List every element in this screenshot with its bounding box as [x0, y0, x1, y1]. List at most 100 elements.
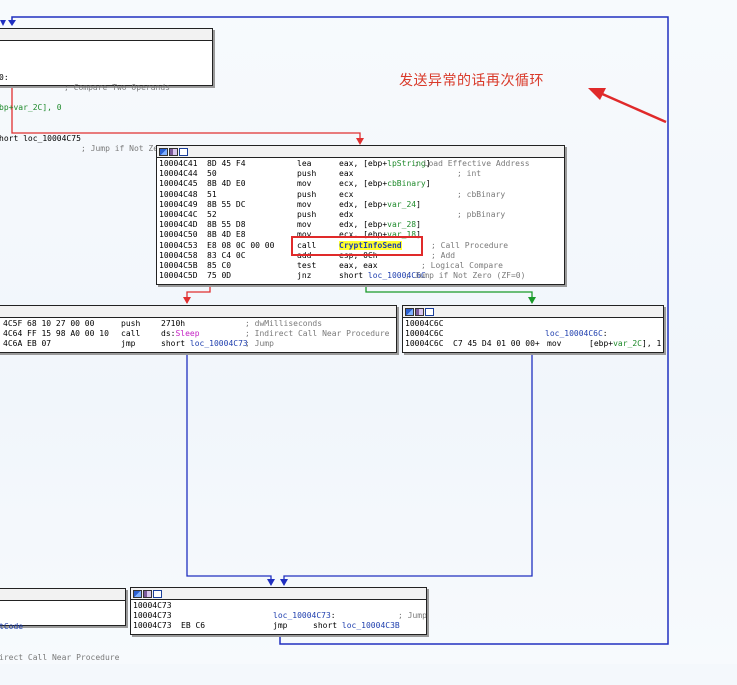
asm-mn: jmp — [121, 339, 136, 349]
asm-cm: ; Logical Compare — [421, 260, 503, 270]
asm-op[interactable]: ds:Sleep — [161, 329, 200, 339]
asm-addr: 10004C44 — [159, 169, 198, 179]
asm-op[interactable]: eax — [339, 169, 353, 179]
asm-op[interactable]: 2710h — [161, 319, 185, 329]
asm-row[interactable]: 4C6A EB 07 jmp short loc_10004C73; Jump — [0, 339, 394, 349]
asm-addr: 10004C6C — [405, 319, 444, 328]
block-body: tCode irect Call Near Procedure — [0, 601, 125, 685]
asm-op[interactable]: [ebp+var_2C], 1 — [589, 339, 661, 349]
asm-addr: 10004C45 — [159, 179, 198, 189]
asm-row[interactable]: 10004C6C — [405, 319, 661, 329]
asm-op[interactable]: short loc_10004C73 — [161, 339, 248, 349]
top-arrowhead-left — [0, 20, 6, 26]
edge-right-to-bottom[interactable] — [283, 352, 533, 585]
asm-addr: 10004C48 — [159, 189, 198, 199]
asm-bytes: 8B 55 D8 — [207, 220, 246, 230]
text-view-icon[interactable] — [425, 307, 434, 316]
asm-op[interactable]: edx — [339, 210, 353, 220]
asm-row[interactable]: bp+var_2C], 0 — [0, 93, 210, 112]
block-body: 4C5F 68 10 27 00 00 push 2710h ; dwMilliseco… — [0, 318, 396, 351]
block-toolbar — [157, 146, 564, 158]
asm-mn: push — [297, 209, 317, 219]
asm-op[interactable]: eax, eax — [339, 261, 378, 271]
code-block-loc-10004C73[interactable]: 10004C73 10004C73 loc_10004C73: ; Jump 10004… — [130, 587, 427, 635]
block-toolbar — [403, 306, 663, 318]
asm-addr: 4C6A — [3, 339, 23, 349]
code-block-bottom-left[interactable]: tCode irect Call Near Procedure — [0, 588, 126, 662]
edge-main-false[interactable] — [186, 285, 211, 303]
asm-bytes: C7 45 D4 01 00 00+ — [453, 339, 540, 349]
asm-op[interactable]: loc_10004C73: — [273, 611, 336, 621]
edge-main-true[interactable] — [365, 285, 533, 303]
asm-cm: ; Jump — [398, 611, 426, 621]
loop-arrowhead — [8, 20, 16, 26]
asm-op[interactable]: loc_10004C6C: — [545, 329, 608, 339]
asm-row[interactable]: hort loc_10004C75 ; Jump if Not Zero (ZF… — [0, 124, 210, 153]
edge-main-false-arrow — [183, 297, 191, 304]
asm-bytes: 8B 4D E8 — [207, 230, 246, 240]
graph-view-icon[interactable] — [159, 147, 168, 156]
asm-op[interactable]: short loc_10004C3B — [313, 621, 400, 631]
asm-row[interactable]: 0: ; Compare Two Operands — [0, 62, 210, 92]
asm-addr: 10004C6C — [405, 339, 444, 349]
graph-canvas[interactable]: 0: ; Compare Two Operands bp+var_2C], 0 … — [0, 0, 737, 664]
graph-view-icon[interactable] — [133, 589, 142, 598]
asm-addr: 10004C58 — [159, 250, 198, 260]
graph-view-icon[interactable] — [405, 307, 414, 316]
asm-mn: mov — [297, 220, 312, 230]
block-body: 10004C6C 10004C6C loc_10004C6C: 10004C6C C7 … — [403, 318, 663, 351]
asm-row[interactable]: 10004C48 51 push ecx ; cbBinary — [159, 190, 562, 200]
asm-mn: test — [297, 260, 317, 270]
asm-row[interactable]: 10004C73 loc_10004C73: ; Jump — [133, 611, 426, 621]
block-body: 10004C41 8D 45 F4 lea eax, [ebp+lpString]; … — [157, 158, 564, 282]
asm-mn: push — [297, 169, 317, 179]
block-toolbar — [131, 588, 426, 600]
text-view-icon[interactable] — [179, 147, 188, 156]
asm-bytes: 8D 45 F4 — [207, 159, 246, 168]
asm-row[interactable]: 4C64 FF 15 98 A0 00 10 call ds:Sleep ; Indir… — [0, 329, 394, 339]
asm-op[interactable]: edx, [ebp+var_24] — [339, 200, 421, 210]
edit-block-icon[interactable] — [169, 147, 178, 156]
asm-row[interactable]: 10004C6C C7 45 D4 01 00 00+ mov [ebp+var_2C… — [405, 339, 661, 349]
code-block-top-left[interactable]: 0: ; Compare Two Operands bp+var_2C], 0 … — [0, 28, 213, 153]
asm-row[interactable]: 10004C73 — [133, 601, 424, 611]
asm-cm: ; int — [457, 169, 482, 179]
asm-bytes: FF 15 98 A0 00 10 — [27, 329, 109, 339]
asm-mn: mov — [297, 199, 312, 209]
asm-mn: push — [121, 319, 141, 328]
asm-addr: 4C5F — [3, 319, 23, 328]
asm-addr: 10004C73 — [133, 601, 172, 610]
code-block-main[interactable]: 10004C41 8D 45 F4 lea eax, [ebp+lpString]; … — [156, 145, 565, 285]
block-body: 0: ; Compare Two Operands bp+var_2C], 0 … — [0, 41, 212, 155]
asm-addr: 10004C4C — [159, 209, 198, 219]
asm-row[interactable]: 10004C4D 8B 55 D8 mov edx, [ebp+var_28] — [159, 220, 562, 230]
asm-row[interactable]: 10004C5D 75 0D jnz short loc_10004C6C; Jump… — [159, 271, 562, 281]
asm-cm: ; Call Procedure — [431, 240, 509, 250]
edit-block-icon[interactable] — [415, 307, 424, 316]
asm-row[interactable]: 10004C41 8D 45 F4 lea eax, [ebp+lpString]; … — [159, 159, 562, 169]
asm-bytes: 8B 4D E0 — [207, 179, 246, 189]
asm-row[interactable]: irect Call Near Procedure — [0, 653, 123, 663]
code-block-sleep[interactable]: 4C5F 68 10 27 00 00 push 2710h ; dwMilliseco… — [0, 305, 397, 353]
edit-block-icon[interactable] — [143, 589, 152, 598]
asm-row[interactable]: 10004C73 EB C6 jmp short loc_10004C3B — [133, 621, 424, 631]
asm-row[interactable]: 10004C45 8B 4D E0 mov ecx, [ebp+cbBinary] — [159, 179, 562, 189]
asm-addr: 10004C73 — [133, 621, 172, 631]
edge-left-to-bottom[interactable] — [186, 352, 272, 585]
asm-cm: ; Add — [431, 250, 456, 260]
asm-addr: 10004C50 — [159, 230, 198, 240]
asm-row[interactable]: 10004C5B 85 C0 test eax, eax ; Logical Compa… — [159, 261, 562, 271]
asm-row[interactable]: 10004C49 8B 55 DC mov edx, [ebp+var_24] — [159, 200, 562, 210]
code-block-set-flag[interactable]: 10004C6C 10004C6C loc_10004C6C: 10004C6C C7 … — [402, 305, 664, 353]
annotation-arrow-line — [599, 91, 667, 124]
asm-row[interactable]: 10004C4C 52 push edx ; pbBinary — [159, 210, 562, 220]
text-view-icon[interactable] — [153, 589, 162, 598]
asm-op[interactable]: ecx, [ebp+cbBinary] — [339, 179, 431, 189]
asm-addr: 10004C5B — [159, 260, 198, 270]
asm-op[interactable]: ecx — [339, 190, 353, 200]
asm-row[interactable]: tCode — [0, 622, 123, 632]
asm-row[interactable]: 10004C44 50 push eax ; int — [159, 169, 562, 179]
asm-op[interactable]: edx, [ebp+var_28] — [339, 220, 421, 230]
asm-row[interactable]: 4C5F 68 10 27 00 00 push 2710h ; dwMilliseco… — [0, 319, 394, 329]
asm-row[interactable]: 10004C6C loc_10004C6C: — [405, 329, 661, 339]
